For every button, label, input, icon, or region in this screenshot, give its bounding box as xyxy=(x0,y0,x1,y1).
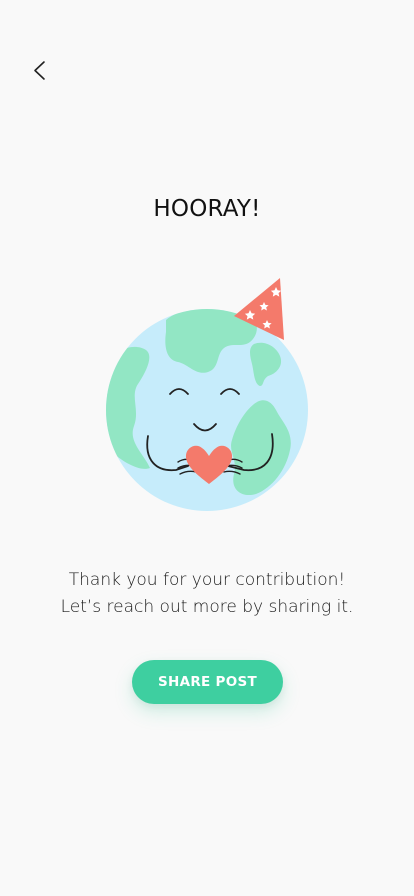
page-title: HOORAY! xyxy=(153,196,261,222)
message-line-1: Thank you for your contribution! xyxy=(68,570,346,590)
message-line-2: Let’s reach out more by sharing it. xyxy=(60,597,354,617)
share-post-button[interactable]: SHARE POST xyxy=(132,660,283,704)
thank-you-message: Thank you for your contribution! Let’s r… xyxy=(0,567,414,621)
back-button[interactable] xyxy=(24,54,58,88)
chevron-left-icon xyxy=(34,61,45,80)
earth-illustration xyxy=(104,276,310,514)
